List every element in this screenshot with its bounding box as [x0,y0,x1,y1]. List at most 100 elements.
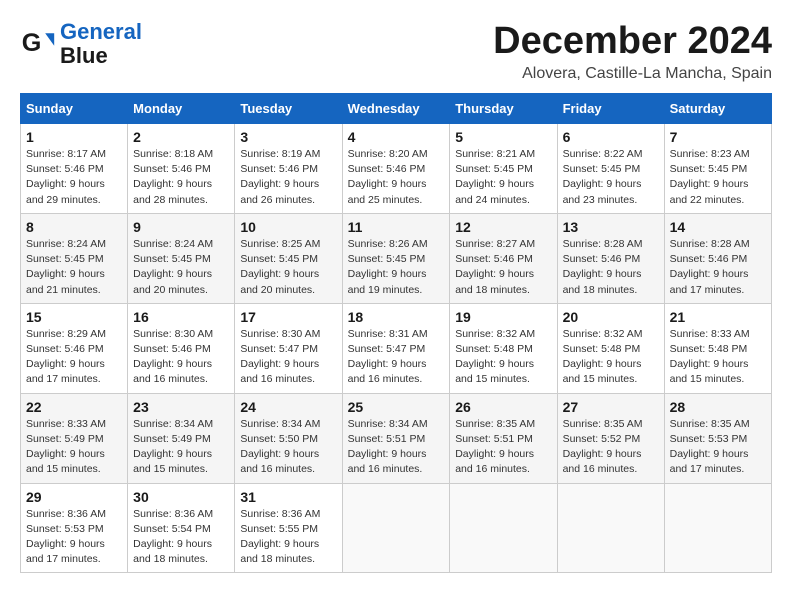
calendar-week-row: 29 Sunrise: 8:36 AMSunset: 5:53 PMDayligh… [21,483,772,573]
calendar-cell: 14 Sunrise: 8:28 AMSunset: 5:46 PMDayligh… [664,213,771,303]
calendar-cell [557,483,664,573]
calendar-cell: 25 Sunrise: 8:34 AMSunset: 5:51 PMDayligh… [342,393,450,483]
calendar-cell: 9Sunrise: 8:24 AMSunset: 5:45 PMDaylight… [128,213,235,303]
calendar-title: December 2024 [493,20,772,63]
day-info: Sunrise: 8:29 AMSunset: 5:46 PMDaylight:… [26,327,122,388]
day-number: 22 [26,399,122,415]
calendar-cell: 1 Sunrise: 8:17 AMSunset: 5:46 PMDaylight… [21,124,128,214]
day-info: Sunrise: 8:34 AMSunset: 5:51 PMDaylight:… [348,417,445,478]
calendar-cell [664,483,771,573]
calendar-subtitle: Alovera, Castille-La Mancha, Spain [493,65,772,83]
day-number: 28 [670,399,766,415]
svg-text:G: G [22,29,42,57]
calendar-cell: 20 Sunrise: 8:32 AMSunset: 5:48 PMDayligh… [557,303,664,393]
day-number: 4 [348,129,445,145]
day-info: Sunrise: 8:36 AMSunset: 5:55 PMDaylight:… [240,507,336,568]
logo-text: General Blue [60,20,142,68]
day-info: Sunrise: 8:17 AMSunset: 5:46 PMDaylight:… [26,147,122,208]
calendar-week-row: 1 Sunrise: 8:17 AMSunset: 5:46 PMDaylight… [21,124,772,214]
day-number: 23 [133,399,229,415]
day-info: Sunrise: 8:19 AMSunset: 5:46 PMDaylight:… [240,147,336,208]
calendar-cell: 7Sunrise: 8:23 AMSunset: 5:45 PMDaylight… [664,124,771,214]
day-info: Sunrise: 8:22 AMSunset: 5:45 PMDaylight:… [563,147,659,208]
calendar-cell: 5Sunrise: 8:21 AMSunset: 5:45 PMDaylight… [450,124,557,214]
day-number: 31 [240,489,336,505]
day-number: 7 [670,129,766,145]
day-number: 5 [455,129,551,145]
calendar-cell: 26 Sunrise: 8:35 AMSunset: 5:51 PMDayligh… [450,393,557,483]
calendar-table: SundayMondayTuesdayWednesdayThursdayFrid… [20,93,772,573]
calendar-cell: 29 Sunrise: 8:36 AMSunset: 5:53 PMDayligh… [21,483,128,573]
calendar-cell: 15Sunrise: 8:29 AMSunset: 5:46 PMDayligh… [21,303,128,393]
calendar-header-row: SundayMondayTuesdayWednesdayThursdayFrid… [21,94,772,124]
day-number: 24 [240,399,336,415]
day-info: Sunrise: 8:28 AMSunset: 5:46 PMDaylight:… [563,237,659,298]
day-number: 16 [133,309,229,325]
day-number: 21 [670,309,766,325]
day-number: 17 [240,309,336,325]
day-header-monday: Monday [128,94,235,124]
day-info: Sunrise: 8:32 AMSunset: 5:48 PMDaylight:… [563,327,659,388]
day-number: 19 [455,309,551,325]
day-number: 2 [133,129,229,145]
calendar-cell [342,483,450,573]
calendar-cell: 30 Sunrise: 8:36 AMSunset: 5:54 PMDayligh… [128,483,235,573]
calendar-cell: 2 Sunrise: 8:18 AMSunset: 5:46 PMDaylight… [128,124,235,214]
day-info: Sunrise: 8:30 AMSunset: 5:46 PMDaylight:… [133,327,229,388]
calendar-cell: 31 Sunrise: 8:36 AMSunset: 5:55 PMDayligh… [235,483,342,573]
day-info: Sunrise: 8:25 AMSunset: 5:45 PMDaylight:… [240,237,336,298]
day-info: Sunrise: 8:26 AMSunset: 5:45 PMDaylight:… [348,237,445,298]
day-number: 11 [348,219,445,235]
day-info: Sunrise: 8:20 AMSunset: 5:46 PMDaylight:… [348,147,445,208]
day-info: Sunrise: 8:35 AMSunset: 5:52 PMDaylight:… [563,417,659,478]
calendar-cell: 17 Sunrise: 8:30 AMSunset: 5:47 PMDayligh… [235,303,342,393]
day-number: 14 [670,219,766,235]
day-header-tuesday: Tuesday [235,94,342,124]
day-header-friday: Friday [557,94,664,124]
day-info: Sunrise: 8:36 AMSunset: 5:53 PMDaylight:… [26,507,122,568]
calendar-cell: 11 Sunrise: 8:26 AMSunset: 5:45 PMDayligh… [342,213,450,303]
day-info: Sunrise: 8:30 AMSunset: 5:47 PMDaylight:… [240,327,336,388]
day-info: Sunrise: 8:34 AMSunset: 5:49 PMDaylight:… [133,417,229,478]
day-info: Sunrise: 8:28 AMSunset: 5:46 PMDaylight:… [670,237,766,298]
day-info: Sunrise: 8:33 AMSunset: 5:48 PMDaylight:… [670,327,766,388]
day-info: Sunrise: 8:36 AMSunset: 5:54 PMDaylight:… [133,507,229,568]
day-info: Sunrise: 8:33 AMSunset: 5:49 PMDaylight:… [26,417,122,478]
calendar-cell: 16 Sunrise: 8:30 AMSunset: 5:46 PMDayligh… [128,303,235,393]
day-info: Sunrise: 8:35 AMSunset: 5:51 PMDaylight:… [455,417,551,478]
calendar-cell: 27 Sunrise: 8:35 AMSunset: 5:52 PMDayligh… [557,393,664,483]
logo-icon: G [20,26,56,62]
calendar-cell: 13 Sunrise: 8:28 AMSunset: 5:46 PMDayligh… [557,213,664,303]
calendar-week-row: 22 Sunrise: 8:33 AMSunset: 5:49 PMDayligh… [21,393,772,483]
day-info: Sunrise: 8:34 AMSunset: 5:50 PMDaylight:… [240,417,336,478]
calendar-cell: 21 Sunrise: 8:33 AMSunset: 5:48 PMDayligh… [664,303,771,393]
day-number: 8 [26,219,122,235]
day-header-saturday: Saturday [664,94,771,124]
calendar-cell: 6 Sunrise: 8:22 AMSunset: 5:45 PMDaylight… [557,124,664,214]
day-number: 27 [563,399,659,415]
day-info: Sunrise: 8:31 AMSunset: 5:47 PMDaylight:… [348,327,445,388]
day-info: Sunrise: 8:27 AMSunset: 5:46 PMDaylight:… [455,237,551,298]
day-number: 25 [348,399,445,415]
calendar-cell [450,483,557,573]
calendar-cell: 28 Sunrise: 8:35 AMSunset: 5:53 PMDayligh… [664,393,771,483]
day-info: Sunrise: 8:35 AMSunset: 5:53 PMDaylight:… [670,417,766,478]
day-number: 20 [563,309,659,325]
day-info: Sunrise: 8:24 AMSunset: 5:45 PMDaylight:… [26,237,122,298]
calendar-cell: 23 Sunrise: 8:34 AMSunset: 5:49 PMDayligh… [128,393,235,483]
day-number: 26 [455,399,551,415]
calendar-cell: 24 Sunrise: 8:34 AMSunset: 5:50 PMDayligh… [235,393,342,483]
day-info: Sunrise: 8:18 AMSunset: 5:46 PMDaylight:… [133,147,229,208]
calendar-week-row: 8 Sunrise: 8:24 AMSunset: 5:45 PMDaylight… [21,213,772,303]
day-number: 10 [240,219,336,235]
day-number: 13 [563,219,659,235]
day-header-sunday: Sunday [21,94,128,124]
day-number: 6 [563,129,659,145]
day-number: 29 [26,489,122,505]
calendar-cell: 22 Sunrise: 8:33 AMSunset: 5:49 PMDayligh… [21,393,128,483]
day-number: 1 [26,129,122,145]
calendar-week-row: 15Sunrise: 8:29 AMSunset: 5:46 PMDayligh… [21,303,772,393]
calendar-cell: 18Sunrise: 8:31 AMSunset: 5:47 PMDayligh… [342,303,450,393]
day-number: 12 [455,219,551,235]
day-number: 30 [133,489,229,505]
